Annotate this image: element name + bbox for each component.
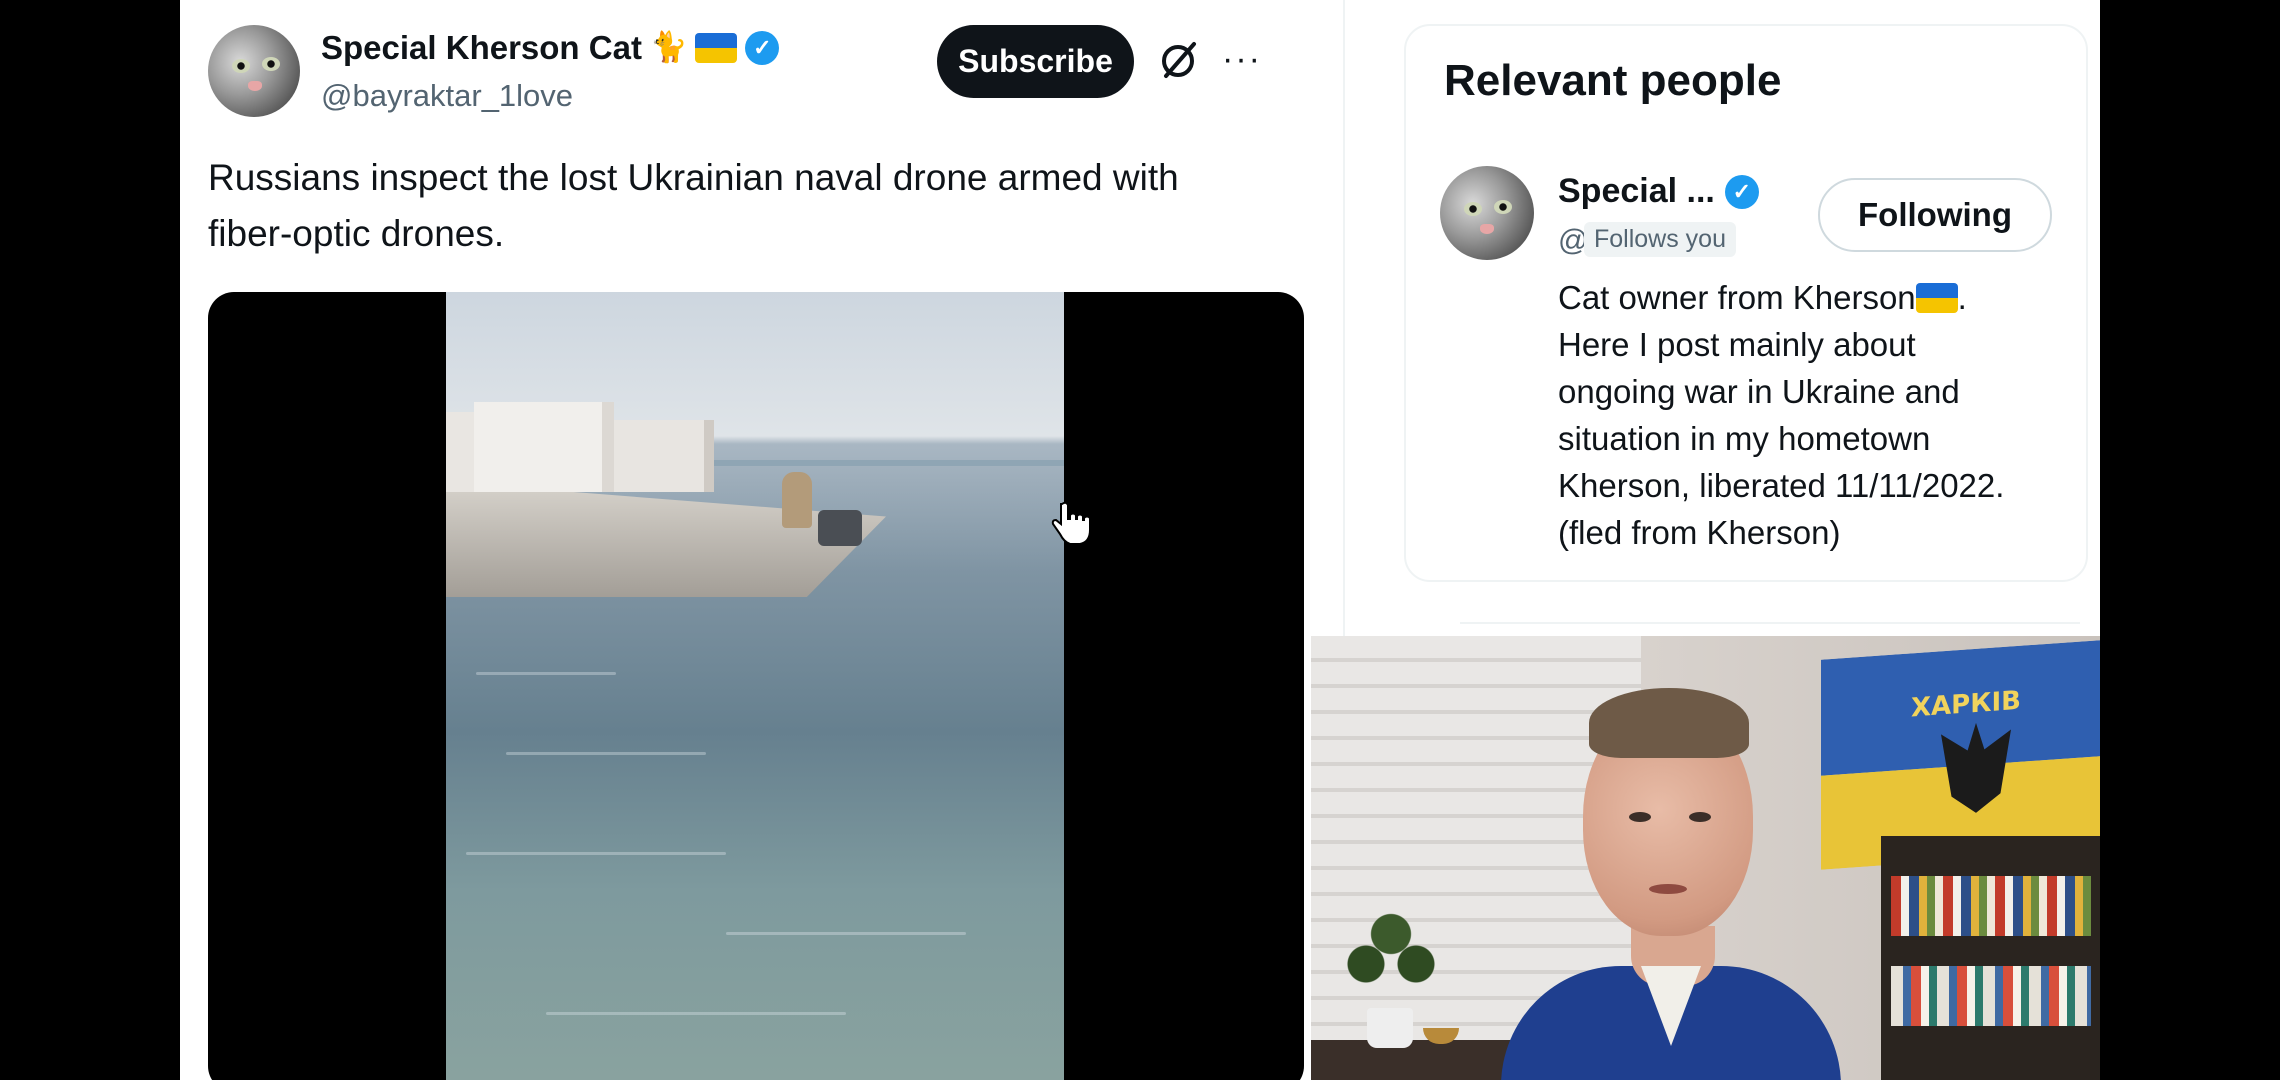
- presenter-eye: [1629, 812, 1651, 822]
- relevant-people-title: Relevant people: [1444, 56, 1782, 105]
- presenter-hair: [1589, 688, 1749, 758]
- ukraine-flag-icon: [1915, 283, 1958, 313]
- avatar-nose: [248, 81, 262, 91]
- presenter-mouth: [1649, 884, 1687, 894]
- water-ripple: [466, 852, 726, 855]
- tweet-text: Russians inspect the lost Ukrainian nava…: [208, 157, 1179, 254]
- cat-emoji: 🐈: [649, 31, 688, 64]
- bio-line: Cat owner from Kherson.: [1558, 279, 1967, 316]
- bonsai-plant: [1341, 898, 1441, 1018]
- drone-boat-container: [614, 420, 714, 492]
- follows-you-badge: Follows you: [1584, 222, 1736, 257]
- cursor-hand-icon: [1051, 501, 1091, 545]
- next-card-edge: [1460, 622, 2080, 624]
- water-ripple: [546, 1012, 846, 1015]
- avatar-eye: [262, 57, 280, 71]
- drone-boat-figure: [782, 472, 812, 528]
- bookshelf: [1881, 836, 2100, 1080]
- bio-line: (fled from Kherson): [1558, 514, 1841, 551]
- avatar-eye: [1464, 202, 1482, 216]
- drone-boat-container: [474, 402, 614, 492]
- relevant-person-bio: Cat owner from Kherson. Here I post main…: [1558, 274, 2058, 556]
- tweet-video[interactable]: [208, 292, 1304, 1080]
- water-ripple: [726, 932, 966, 935]
- ukraine-flag-icon: [695, 33, 738, 63]
- grok-icon[interactable]: [1158, 38, 1202, 82]
- relevant-person-name-row[interactable]: Special ... ✓: [1558, 172, 1759, 211]
- plant-pot: [1367, 1008, 1413, 1048]
- relevant-person-name[interactable]: Special ...: [1558, 172, 1715, 211]
- avatar-nose: [1480, 224, 1494, 234]
- webcam-overlay: ХАРКІВ: [1311, 636, 2100, 1080]
- relevant-person-avatar[interactable]: [1440, 166, 1534, 260]
- author-handle[interactable]: @bayraktar_1love: [321, 78, 573, 114]
- avatar-eye: [1494, 200, 1512, 214]
- books-row: [1891, 876, 2091, 936]
- author-display-name[interactable]: Special Kherson Cat: [321, 30, 642, 66]
- column-divider: [1343, 0, 1345, 640]
- drone-boat-motor: [818, 510, 862, 546]
- drone-boat-stern: [446, 412, 476, 492]
- bio-line: situation in my hometown: [1558, 420, 1931, 457]
- bio-line: ongoing war in Ukraine and: [1558, 373, 1960, 410]
- bio-line: Here I post mainly about: [1558, 326, 1916, 363]
- books-row: [1891, 966, 2091, 1026]
- verified-icon: ✓: [1724, 174, 1759, 209]
- following-button[interactable]: Following: [1818, 178, 2052, 252]
- water-ripple: [506, 752, 706, 755]
- presenter-eye: [1689, 812, 1711, 822]
- author-name-row[interactable]: Special Kherson Cat 🐈 ✓: [321, 30, 780, 66]
- author-avatar[interactable]: [208, 25, 300, 117]
- screen: Special Kherson Cat 🐈 ✓ @bayraktar_1love…: [180, 0, 2100, 1080]
- subscribe-button[interactable]: Subscribe: [937, 25, 1134, 98]
- video-frame: [446, 292, 1064, 1080]
- more-icon[interactable]: ···: [1222, 42, 1262, 76]
- water-ripple: [476, 672, 616, 675]
- verified-icon: ✓: [745, 31, 780, 65]
- bio-line: Kherson, liberated 11/11/2022.: [1558, 467, 2005, 504]
- avatar-eye: [232, 59, 250, 73]
- relevant-people-card: Relevant people Special ... ✓ @... Follo…: [1404, 24, 2088, 582]
